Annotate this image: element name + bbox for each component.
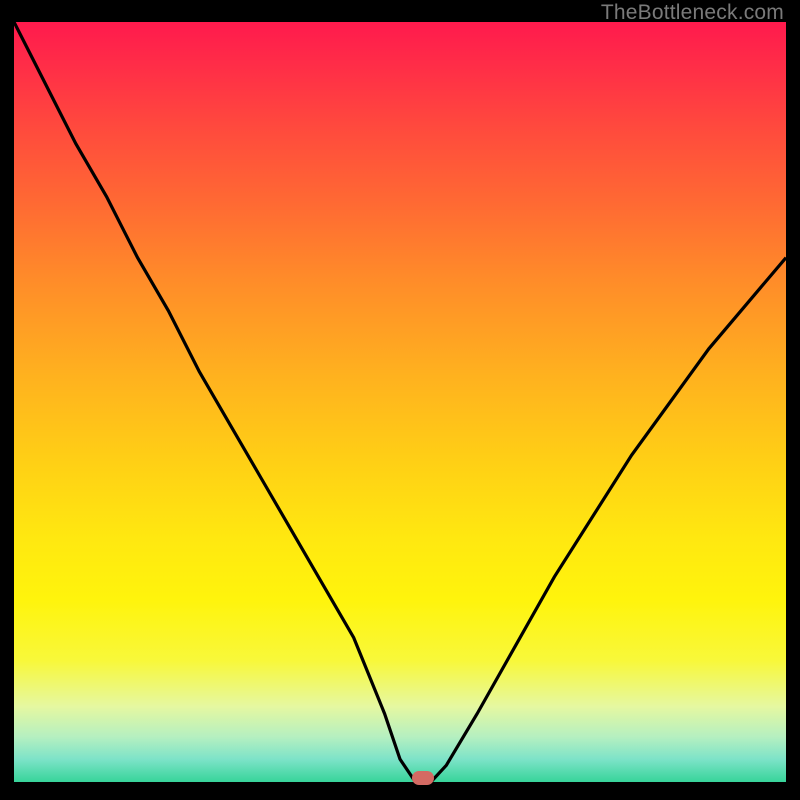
- bottleneck-curve: [14, 22, 786, 782]
- watermark-text: TheBottleneck.com: [601, 1, 784, 25]
- curve-layer: [14, 22, 786, 782]
- plot-area: [14, 22, 786, 782]
- chart-frame: TheBottleneck.com: [0, 0, 800, 800]
- optimal-marker: [412, 771, 434, 785]
